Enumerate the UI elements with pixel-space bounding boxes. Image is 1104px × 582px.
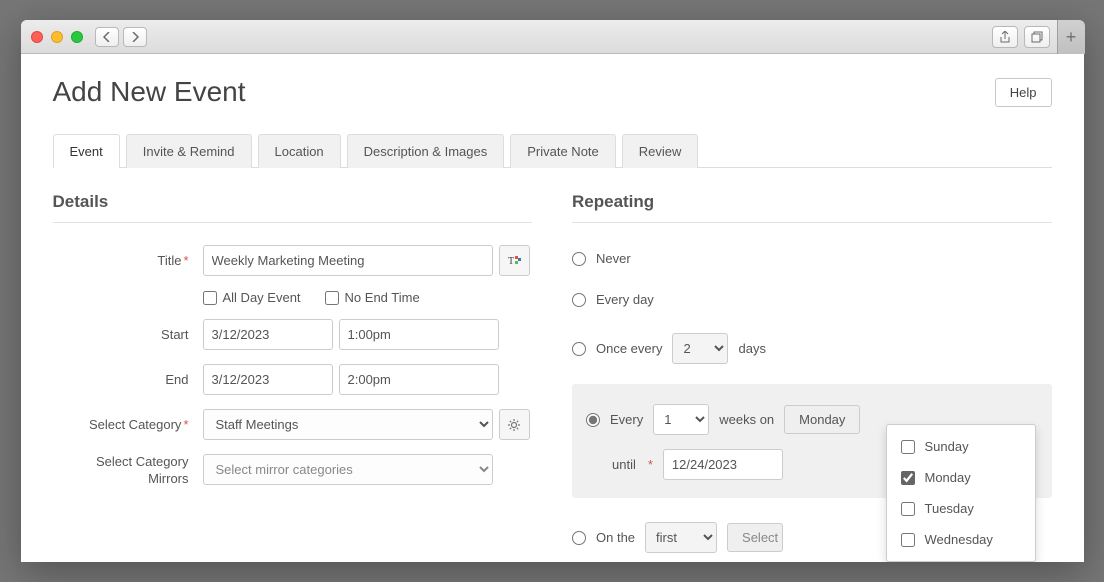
- chevron-left-icon: [103, 32, 111, 42]
- maximize-icon[interactable]: [71, 31, 83, 43]
- no-end-checkbox[interactable]: No End Time: [325, 290, 420, 305]
- nav-buttons: [95, 27, 147, 47]
- page-title: Add New Event: [53, 76, 246, 108]
- tab-description[interactable]: Description & Images: [347, 134, 505, 168]
- start-label: Start: [53, 327, 203, 342]
- on-the-ordinal-select[interactable]: first: [645, 522, 717, 553]
- details-heading: Details: [53, 192, 533, 223]
- repeat-never-row[interactable]: Never: [572, 245, 1052, 272]
- repeat-once-every-row[interactable]: Once every 2 days: [572, 327, 1052, 370]
- gear-icon: [506, 417, 522, 433]
- titlebar: +: [21, 20, 1084, 54]
- repeat-weekly-block: Every 1 weeks on Monday until * Sunday: [572, 384, 1052, 498]
- until-date-input[interactable]: [663, 449, 783, 480]
- forward-button[interactable]: [123, 27, 147, 47]
- format-icon: T: [506, 253, 522, 269]
- weekday-button[interactable]: Monday: [784, 405, 860, 434]
- tabs-button[interactable]: [1024, 26, 1050, 48]
- day-option-sunday[interactable]: Sunday: [887, 431, 1035, 462]
- tab-private-note[interactable]: Private Note: [510, 134, 616, 168]
- share-icon: [999, 31, 1011, 43]
- svg-text:T: T: [508, 256, 514, 267]
- until-label: until: [612, 457, 636, 472]
- category-select[interactable]: Staff Meetings: [203, 409, 493, 440]
- required-star: *: [648, 457, 653, 472]
- repeat-never-radio[interactable]: [572, 252, 586, 266]
- repeating-heading: Repeating: [572, 192, 1052, 223]
- repeat-every-week-radio[interactable]: [586, 413, 600, 427]
- required-star: *: [183, 417, 188, 432]
- end-label: End: [53, 372, 203, 387]
- weekday-popup: Sunday Monday Tuesday Wednesday: [886, 424, 1036, 562]
- tab-location[interactable]: Location: [258, 134, 341, 168]
- day-option-tuesday[interactable]: Tuesday: [887, 493, 1035, 524]
- category-settings-button[interactable]: [499, 409, 530, 440]
- tab-invite[interactable]: Invite & Remind: [126, 134, 252, 168]
- app-window: + Add New Event Help Event Invite & Remi…: [21, 20, 1084, 562]
- mirror-select[interactable]: Select mirror categories: [203, 454, 493, 485]
- chevron-right-icon: [131, 32, 139, 42]
- title-label: Title: [157, 253, 181, 268]
- once-every-count[interactable]: 2: [672, 333, 728, 364]
- repeat-on-the-radio[interactable]: [572, 531, 586, 545]
- repeat-once-every-radio[interactable]: [572, 342, 586, 356]
- mirror-label: Select Category Mirrors: [53, 454, 203, 488]
- repeat-every-day-radio[interactable]: [572, 293, 586, 307]
- repeat-every-day-row[interactable]: Every day: [572, 286, 1052, 313]
- start-time-input[interactable]: [339, 319, 499, 350]
- every-week-count[interactable]: 1: [653, 404, 709, 435]
- repeating-section: Repeating Never Every day Once every 2 d…: [572, 192, 1052, 562]
- day-option-wednesday[interactable]: Wednesday: [887, 524, 1035, 555]
- tab-event[interactable]: Event: [53, 134, 120, 168]
- back-button[interactable]: [95, 27, 119, 47]
- end-time-input[interactable]: [339, 364, 499, 395]
- title-input[interactable]: [203, 245, 493, 276]
- required-star: *: [183, 253, 188, 268]
- tab-bar: Event Invite & Remind Location Descripti…: [53, 134, 1052, 168]
- start-date-input[interactable]: [203, 319, 333, 350]
- close-icon[interactable]: [31, 31, 43, 43]
- tab-review[interactable]: Review: [622, 134, 699, 168]
- share-button[interactable]: [992, 26, 1018, 48]
- rich-text-button[interactable]: T: [499, 245, 530, 276]
- day-option-monday[interactable]: Monday: [887, 462, 1035, 493]
- end-date-input[interactable]: [203, 364, 333, 395]
- minimize-icon[interactable]: [51, 31, 63, 43]
- all-day-checkbox[interactable]: All Day Event: [203, 290, 301, 305]
- details-section: Details Title* T All Day E: [53, 192, 533, 562]
- help-button[interactable]: Help: [995, 78, 1052, 107]
- tabs-icon: [1031, 31, 1043, 43]
- category-label: Select Category: [89, 417, 182, 432]
- on-the-day-button[interactable]: Select: [727, 523, 783, 552]
- new-tab-button[interactable]: +: [1057, 20, 1085, 54]
- traffic-lights: [31, 31, 83, 43]
